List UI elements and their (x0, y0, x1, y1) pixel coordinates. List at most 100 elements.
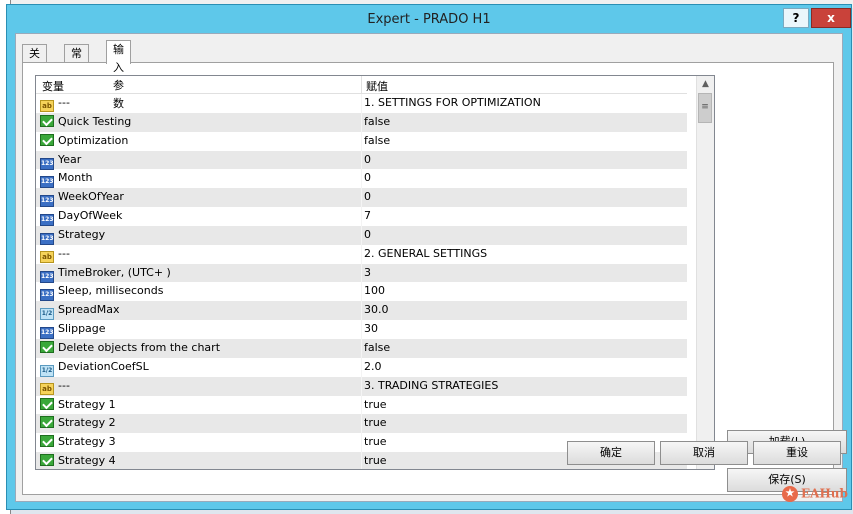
cell-divider (361, 225, 362, 245)
variable-cell[interactable]: 123 Strategy (40, 226, 105, 245)
variable-cell[interactable]: Quick Testing (40, 113, 131, 132)
variable-cell[interactable]: Strategy 3 (40, 433, 116, 452)
variable-name: Year (58, 152, 82, 166)
variable-cell[interactable]: 1/2 DeviationCoefSL (40, 358, 149, 377)
variable-cell[interactable]: Optimization (40, 132, 128, 151)
table-row[interactable]: 123 Year 0 (36, 150, 687, 170)
value-cell[interactable]: false (364, 339, 390, 358)
table-row[interactable]: 123 TimeBroker, (UTC+ ) 3 (36, 263, 687, 283)
table-row[interactable]: Strategy 1 true (36, 395, 687, 415)
tab-about[interactable]: 关于 (22, 44, 47, 78)
integer-type-icon: 123 (40, 176, 54, 189)
watermark-text: EAHub (801, 486, 848, 501)
table-row[interactable]: 1/2 SpreadMax 30.0 (36, 301, 687, 321)
double-type-icon: 1/2 (40, 364, 54, 377)
variable-name: Sleep, milliseconds (58, 284, 164, 298)
expert-dialog: Expert - PRADO H1 ? x 关于 常用 输入参数 变量 赋值 a… (6, 4, 852, 510)
variable-cell[interactable]: 123 DayOfWeek (40, 207, 122, 227)
table-row[interactable]: 123 Sleep, milliseconds 100 (36, 282, 687, 302)
variable-cell[interactable]: Strategy 4 (40, 452, 116, 469)
table-row[interactable]: 1/2 DeviationCoefSL 2.0 (36, 357, 687, 377)
value-cell[interactable]: 0 (364, 169, 371, 188)
value-cell[interactable]: 0 (364, 226, 371, 245)
ok-button[interactable]: 确定 (567, 441, 655, 465)
cell-divider (361, 376, 362, 396)
table-row[interactable]: 123 Month 0 (36, 169, 687, 189)
variable-cell[interactable]: 123 TimeBroker, (UTC+ ) (40, 264, 171, 283)
tab-common[interactable]: 常用 (64, 44, 89, 78)
variable-name: --- (58, 96, 70, 109)
table-row[interactable]: Quick Testing false (36, 112, 687, 132)
value-cell[interactable]: 7 (364, 207, 371, 226)
variable-cell[interactable]: 123 Month (40, 169, 93, 189)
reset-button[interactable]: 重设 (753, 441, 841, 465)
close-button[interactable]: x (811, 8, 851, 28)
variable-name: Strategy 2 (58, 416, 116, 430)
scroll-thumb[interactable]: ≡ (698, 93, 712, 123)
bool-type-icon (40, 454, 54, 467)
variable-cell[interactable]: ab --- (40, 94, 70, 113)
grid-rows: ab --- 1. SETTINGS FOR OPTIMIZATION Quick T… (36, 94, 687, 469)
cell-divider (361, 207, 362, 226)
parameters-grid[interactable]: 变量 赋值 ab --- 1. SETTINGS FOR OPTIMIZATION Q… (35, 75, 715, 470)
value-cell[interactable]: true (364, 433, 387, 452)
value-cell[interactable]: 30 (364, 320, 378, 339)
variable-cell[interactable]: ab --- (40, 377, 70, 396)
table-row[interactable]: Strategy 2 true (36, 414, 687, 434)
integer-type-icon: 123 (40, 157, 54, 170)
grid-header: 变量 赋值 (36, 76, 687, 94)
variable-name: Strategy 4 (58, 454, 116, 468)
value-cell[interactable]: 100 (364, 282, 385, 301)
column-header-value[interactable]: 赋值 (366, 78, 388, 94)
variable-cell[interactable]: Strategy 2 (40, 414, 116, 433)
value-cell[interactable]: 2. GENERAL SETTINGS (364, 245, 487, 264)
variable-cell[interactable]: ab --- (40, 245, 70, 264)
scroll-up-icon[interactable]: ▲ (697, 76, 714, 93)
variable-name: Slippage (58, 322, 106, 336)
variable-name: DeviationCoefSL (58, 359, 149, 373)
tab-inputs[interactable]: 输入参数 (106, 40, 131, 110)
variable-cell[interactable]: Strategy 1 (40, 396, 116, 415)
value-cell[interactable]: 0 (364, 151, 371, 170)
column-header-variable[interactable]: 变量 (42, 78, 64, 94)
column-divider[interactable] (361, 76, 362, 93)
table-row[interactable]: ab --- 1. SETTINGS FOR OPTIMIZATION (36, 94, 687, 113)
variable-cell[interactable]: Delete objects from the chart (40, 339, 220, 358)
value-cell[interactable]: true (364, 452, 387, 469)
variable-cell[interactable]: 123 WeekOfYear (40, 188, 124, 208)
value-cell[interactable]: 3 (364, 264, 371, 283)
table-row[interactable]: Delete objects from the chart false (36, 338, 687, 358)
table-row[interactable]: Optimization false (36, 131, 687, 151)
integer-type-icon: 123 (40, 214, 54, 227)
help-button[interactable]: ? (783, 8, 809, 28)
variable-cell[interactable]: 1/2 SpreadMax (40, 301, 119, 321)
value-cell[interactable]: 2.0 (364, 358, 382, 377)
value-cell[interactable]: false (364, 132, 390, 151)
value-cell[interactable]: false (364, 113, 390, 132)
double-type-icon: 1/2 (40, 308, 54, 321)
integer-type-icon: 123 (40, 327, 54, 340)
variable-name: Strategy 3 (58, 435, 116, 449)
value-cell[interactable]: 3. TRADING STRATEGIES (364, 377, 498, 396)
variable-name: Month (58, 171, 93, 185)
cancel-button[interactable]: 取消 (660, 441, 748, 465)
variable-cell[interactable]: 123 Slippage (40, 320, 106, 340)
variable-cell[interactable]: 123 Year (40, 151, 81, 170)
title-bar[interactable]: Expert - PRADO H1 ? x (7, 5, 851, 33)
value-cell[interactable]: true (364, 414, 387, 433)
table-row[interactable]: 123 DayOfWeek 7 (36, 207, 687, 227)
table-row[interactable]: 123 WeekOfYear 0 (36, 188, 687, 208)
value-cell[interactable]: 30.0 (364, 301, 389, 320)
value-cell[interactable]: 1. SETTINGS FOR OPTIMIZATION (364, 94, 541, 113)
variable-cell[interactable]: 123 Sleep, milliseconds (40, 282, 164, 302)
table-row[interactable]: ab --- 2. GENERAL SETTINGS (36, 244, 687, 264)
value-cell[interactable]: 0 (364, 188, 371, 207)
vertical-scrollbar[interactable]: ▲ ≡ ▼ (696, 76, 714, 469)
value-cell[interactable]: true (364, 396, 387, 415)
string-type-icon: ab (40, 250, 54, 263)
table-row[interactable]: 123 Slippage 30 (36, 320, 687, 340)
table-row[interactable]: 123 Strategy 0 (36, 225, 687, 245)
bool-type-icon (40, 435, 54, 448)
table-row[interactable]: ab --- 3. TRADING STRATEGIES (36, 376, 687, 396)
cell-divider (361, 112, 362, 132)
